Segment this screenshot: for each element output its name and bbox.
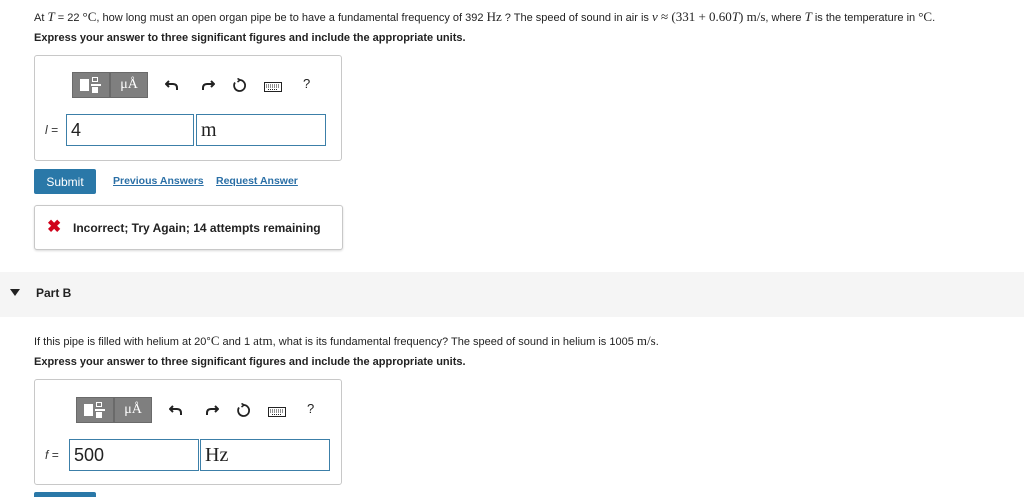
redo-icon[interactable]: [201, 78, 215, 92]
request-answer-link[interactable]: Request Answer: [216, 175, 298, 187]
variable-label: f =: [45, 448, 59, 462]
instruction-part-b: Express your answer to three significant…: [34, 356, 466, 368]
previous-answers-link[interactable]: Previous Answers: [113, 175, 204, 187]
answer-value-input[interactable]: 500: [69, 439, 199, 471]
help-button[interactable]: ?: [307, 401, 314, 416]
answer-unit-input[interactable]: m: [196, 114, 326, 146]
answer-unit-input[interactable]: Hz: [200, 439, 330, 471]
fraction-template-button[interactable]: [76, 397, 114, 423]
undo-icon[interactable]: [165, 78, 179, 92]
variable-label: l =: [45, 123, 59, 137]
fraction-icon: [80, 77, 102, 93]
incorrect-icon: ✖: [47, 217, 62, 236]
instruction-part-a: Express your answer to three significant…: [34, 32, 466, 44]
fraction-template-button[interactable]: [72, 72, 110, 98]
fraction-icon: [84, 402, 106, 418]
submit-button-part-b[interactable]: [34, 492, 96, 497]
part-b-header[interactable]: Part B: [0, 272, 1024, 317]
feedback-message: Incorrect; Try Again; 14 attempts remain…: [73, 221, 321, 235]
math-toolbar: μÅ: [76, 397, 152, 423]
answer-value-input[interactable]: 4: [66, 114, 194, 146]
keyboard-icon[interactable]: [268, 407, 286, 417]
help-button[interactable]: ?: [303, 76, 310, 91]
question-text-part-b: If this pipe is filled with helium at 20…: [34, 333, 659, 348]
collapse-triangle-icon[interactable]: [10, 289, 20, 296]
answer-box-part-b: μÅ ? f = 500 Hz: [34, 379, 342, 485]
submit-button[interactable]: Submit: [34, 169, 96, 194]
math-toolbar: μÅ: [72, 72, 148, 98]
part-b-title: Part B: [36, 286, 72, 300]
question-text-part-a: At T = 22 °C, how long must an open orga…: [34, 9, 936, 24]
redo-icon[interactable]: [205, 403, 219, 417]
reset-icon[interactable]: [232, 78, 247, 93]
keyboard-icon[interactable]: [264, 82, 282, 92]
answer-box-part-a: μÅ ? l = 4 m: [34, 55, 342, 161]
units-button[interactable]: μÅ: [114, 397, 152, 423]
undo-icon[interactable]: [169, 403, 183, 417]
reset-icon[interactable]: [236, 403, 251, 418]
units-button[interactable]: μÅ: [110, 72, 148, 98]
feedback-box: ✖ Incorrect; Try Again; 14 attempts rema…: [34, 205, 343, 250]
